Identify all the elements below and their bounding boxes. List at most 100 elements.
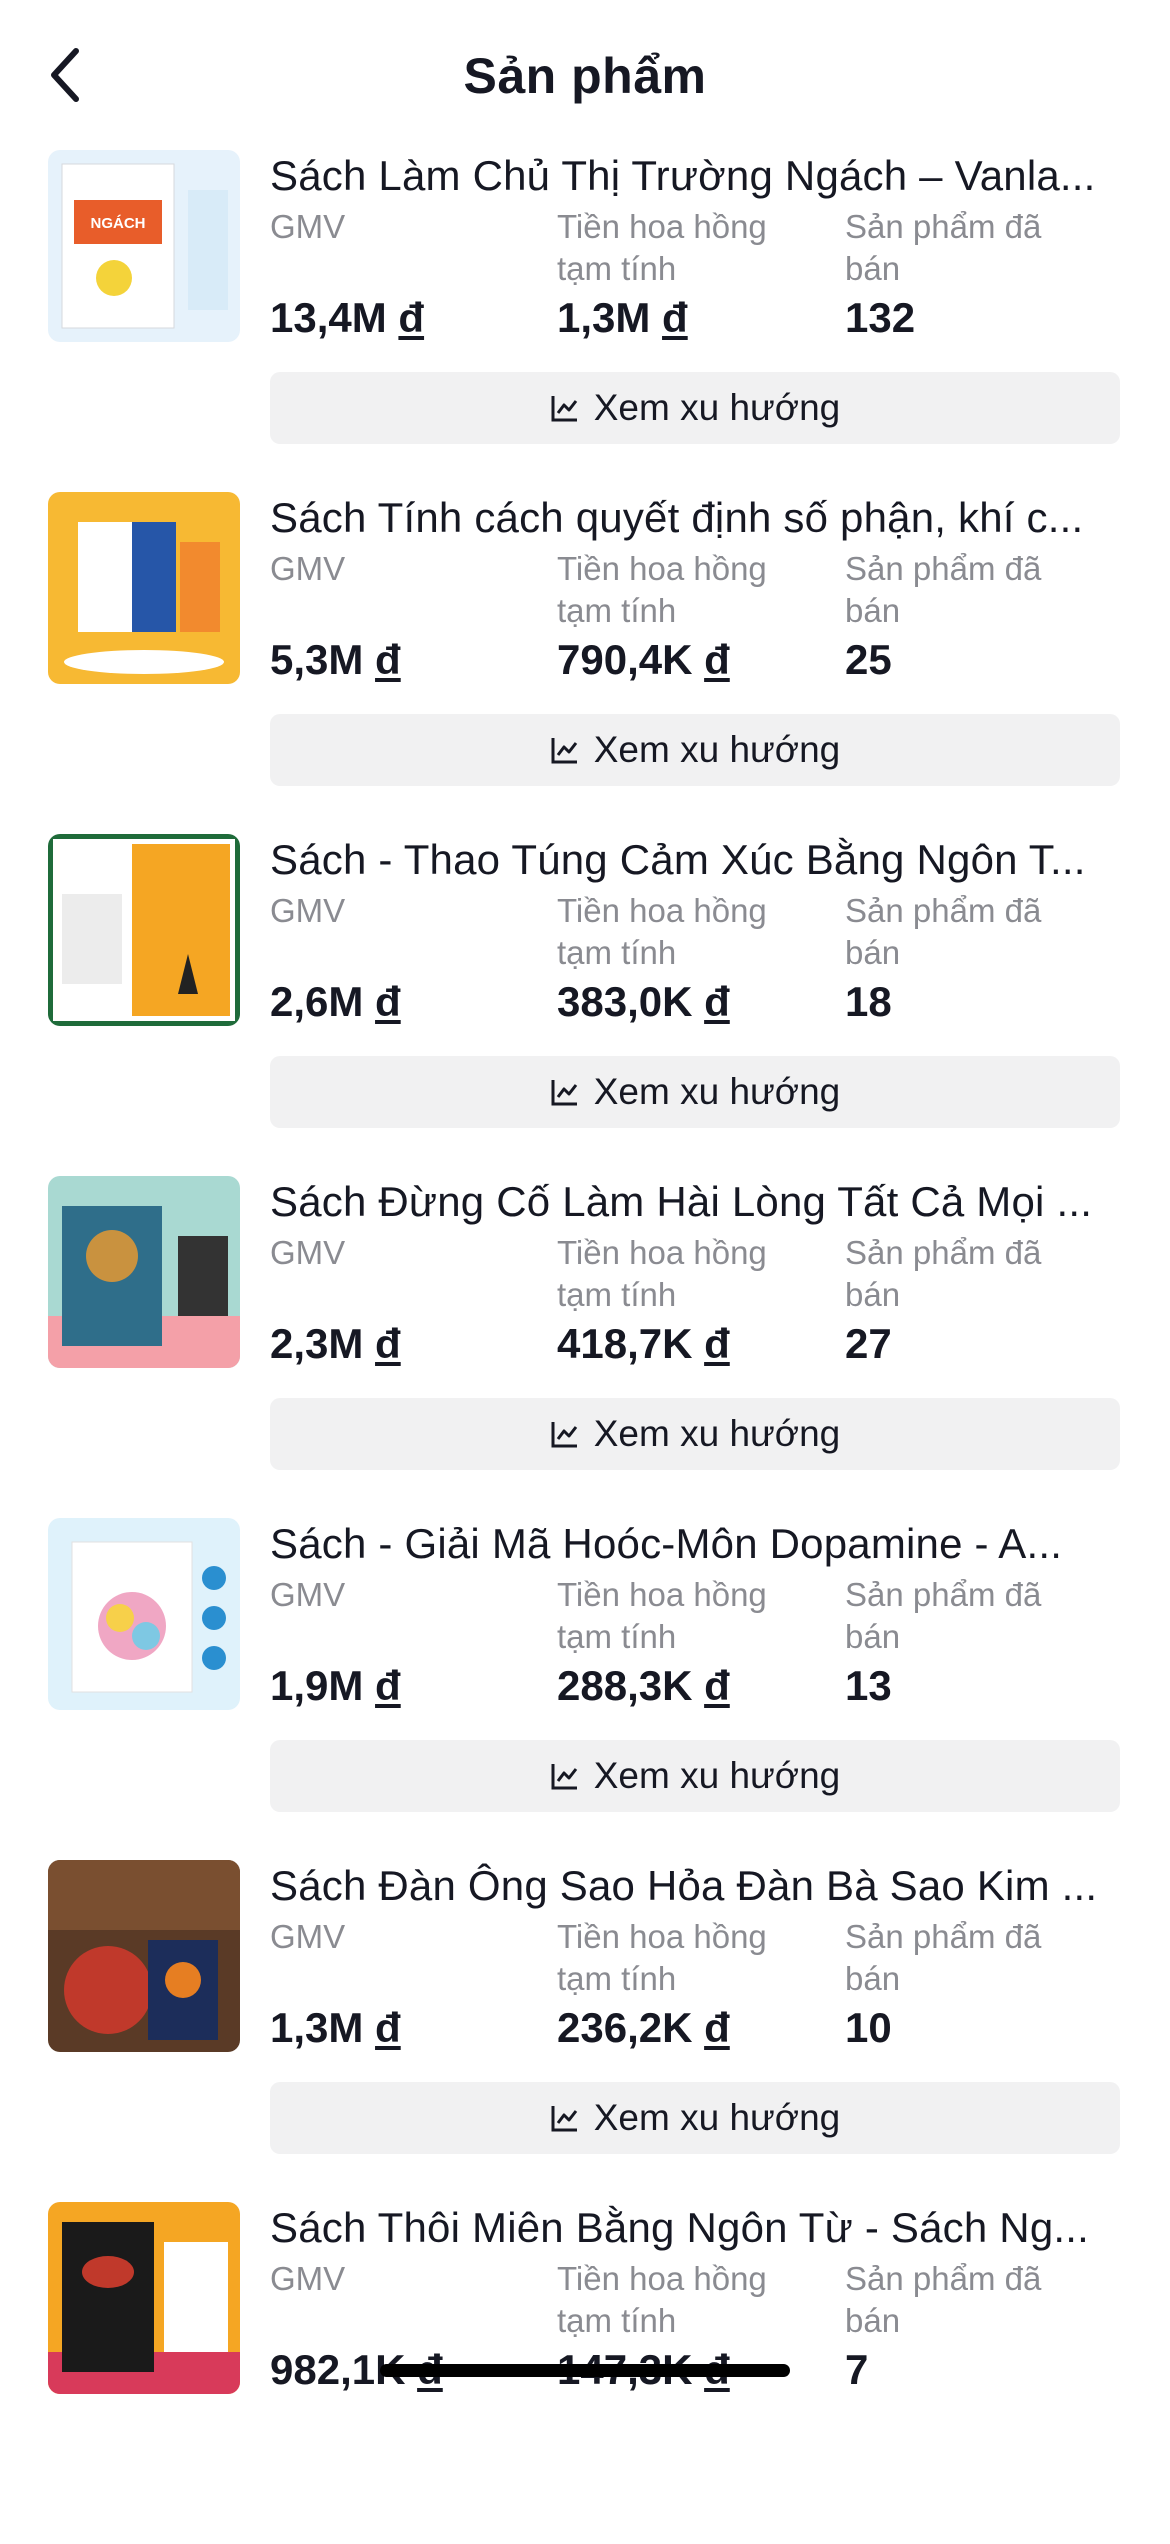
gmv-value: 2,3M đ	[270, 1320, 530, 1368]
commission-amount: 236,2K	[557, 2004, 693, 2051]
sold-label: Sản phẩm đã bán	[845, 1918, 1042, 1997]
view-trend-button[interactable]: Xem xu hướng	[270, 1056, 1120, 1128]
sold-stat: Sản phẩm đã bán 18	[845, 890, 1105, 1026]
product-title[interactable]: Sách Thôi Miên Bằng Ngôn Từ - Sách Ng...	[270, 2204, 1120, 2252]
gmv-amount: 1,9M	[270, 1662, 364, 1709]
line-chart-icon	[551, 396, 577, 422]
gmv-amount: 1,3M	[270, 2004, 364, 2051]
currency-symbol: đ	[375, 978, 401, 1025]
product-item[interactable]: NGÁCH Sách Làm Chủ Thị Trường Ngách – Va…	[0, 150, 1170, 492]
commission-value: 418,7K đ	[557, 1320, 817, 1368]
product-item[interactable]: Sách Đừng Cố Làm Hài Lòng Tất Cả Mọi ...…	[0, 1176, 1170, 1518]
commission-stat: Tiền hoa hồng tạm tính 418,7K đ	[557, 1232, 817, 1368]
view-trend-label: Xem xu hướng	[593, 1755, 841, 1796]
view-trend-button[interactable]: Xem xu hướng	[270, 1740, 1120, 1812]
sold-label: Sản phẩm đã bán	[845, 2260, 1042, 2339]
product-title[interactable]: Sách Đừng Cố Làm Hài Lòng Tất Cả Mọi ...	[270, 1178, 1120, 1226]
gmv-stat: GMV 1,9M đ	[270, 1574, 530, 1710]
product-title[interactable]: Sách Đàn Ông Sao Hỏa Đàn Bà Sao Kim ...	[270, 1862, 1120, 1910]
gmv-amount: 13,4M	[270, 294, 387, 341]
gmv-value: 1,9M đ	[270, 1662, 530, 1710]
product-thumbnail	[48, 1176, 240, 1368]
product-list: NGÁCH Sách Làm Chủ Thị Trường Ngách – Va…	[0, 150, 1170, 2544]
view-trend-button[interactable]: Xem xu hướng	[270, 2082, 1120, 2154]
commission-amount: 383,0K	[557, 978, 693, 1025]
sold-value: 25	[845, 636, 892, 683]
commission-amount: 790,4K	[557, 636, 693, 683]
product-thumbnail	[48, 834, 240, 1026]
gmv-label: GMV	[270, 2260, 346, 2297]
sold-stat: Sản phẩm đã bán 132	[845, 206, 1105, 342]
view-trend-button[interactable]: Xem xu hướng	[270, 1398, 1120, 1470]
sold-label: Sản phẩm đã bán	[845, 1234, 1042, 1313]
commission-stat: Tiền hoa hồng tạm tính 790,4K đ	[557, 548, 817, 684]
sold-value: 132	[845, 294, 916, 341]
product-thumbnail	[48, 1860, 240, 2052]
gmv-amount: 2,6M	[270, 978, 364, 1025]
commission-amount: 1,3M	[557, 294, 651, 341]
sold-value: 10	[845, 2004, 892, 2051]
commission-stat: Tiền hoa hồng tạm tính 1,3M đ	[557, 206, 817, 342]
view-trend-label: Xem xu hướng	[593, 1413, 841, 1454]
product-title[interactable]: Sách Làm Chủ Thị Trường Ngách – Vanla...	[270, 152, 1120, 200]
product-title[interactable]: Sách - Thao Túng Cảm Xúc Bằng Ngôn T...	[270, 836, 1120, 884]
gmv-amount: 5,3M	[270, 636, 364, 683]
gmv-stat: GMV 5,3M đ	[270, 548, 530, 684]
line-chart-icon	[551, 738, 577, 764]
currency-symbol: đ	[375, 636, 401, 683]
commission-stat: Tiền hoa hồng tạm tính 236,2K đ	[557, 1916, 817, 2052]
commission-label: Tiền hoa hồng tạm tính	[557, 2260, 767, 2339]
view-trend-button[interactable]: Xem xu hướng	[270, 714, 1120, 786]
sold-value: 7	[845, 2346, 869, 2393]
commission-label: Tiền hoa hồng tạm tính	[557, 1918, 767, 1997]
commission-label: Tiền hoa hồng tạm tính	[557, 550, 767, 629]
commission-value: 288,3K đ	[557, 1662, 817, 1710]
gmv-label: GMV	[270, 1576, 346, 1613]
currency-symbol: đ	[704, 978, 730, 1025]
product-item[interactable]: Sách Tính cách quyết định số phận, khí c…	[0, 492, 1170, 834]
product-title[interactable]: Sách Tính cách quyết định số phận, khí c…	[270, 494, 1120, 542]
view-trend-button[interactable]: Xem xu hướng	[270, 372, 1120, 444]
product-item[interactable]: Sách - Thao Túng Cảm Xúc Bằng Ngôn T... …	[0, 834, 1170, 1176]
sold-stat: Sản phẩm đã bán 7	[845, 2258, 1105, 2394]
commission-value: 383,0K đ	[557, 978, 817, 1026]
currency-symbol: đ	[704, 636, 730, 683]
sold-label: Sản phẩm đã bán	[845, 208, 1042, 287]
gmv-label: GMV	[270, 550, 346, 587]
sold-value: 27	[845, 1320, 892, 1367]
view-trend-label: Xem xu hướng	[593, 2097, 841, 2138]
view-trend-label: Xem xu hướng	[593, 1071, 841, 1112]
currency-symbol: đ	[375, 1662, 401, 1709]
gmv-stat: GMV 1,3M đ	[270, 1916, 530, 2052]
gmv-value: 5,3M đ	[270, 636, 530, 684]
home-indicator[interactable]	[380, 2364, 790, 2377]
commission-value: 236,2K đ	[557, 2004, 817, 2052]
gmv-label: GMV	[270, 1234, 346, 1271]
sold-label: Sản phẩm đã bán	[845, 550, 1042, 629]
commission-value: 790,4K đ	[557, 636, 817, 684]
line-chart-icon	[551, 1080, 577, 1106]
product-item[interactable]: Sách Đàn Ông Sao Hỏa Đàn Bà Sao Kim ... …	[0, 1860, 1170, 2202]
product-item[interactable]: Sách - Giải Mã Hoóc-Môn Dopamine - A... …	[0, 1518, 1170, 1860]
product-title[interactable]: Sách - Giải Mã Hoóc-Môn Dopamine - A...	[270, 1520, 1120, 1568]
gmv-value: 2,6M đ	[270, 978, 530, 1026]
sold-stat: Sản phẩm đã bán 27	[845, 1232, 1105, 1368]
sold-value: 13	[845, 1662, 892, 1709]
line-chart-icon	[551, 1764, 577, 1790]
currency-symbol: đ	[398, 294, 425, 341]
svg-text:NGÁCH: NGÁCH	[91, 215, 146, 232]
gmv-stat: GMV 13,4M đ	[270, 206, 530, 342]
currency-symbol: đ	[704, 1320, 730, 1367]
currency-symbol: đ	[375, 1320, 401, 1367]
gmv-label: GMV	[270, 892, 346, 929]
commission-value: 1,3M đ	[557, 294, 817, 342]
sold-stat: Sản phẩm đã bán 13	[845, 1574, 1105, 1710]
view-trend-label: Xem xu hướng	[593, 387, 841, 428]
gmv-amount: 2,3M	[270, 1320, 364, 1367]
gmv-value: 1,3M đ	[270, 2004, 530, 2052]
top-bar: Sản phẩm	[0, 0, 1170, 150]
product-thumbnail	[48, 492, 240, 684]
gmv-stat: GMV 2,3M đ	[270, 1232, 530, 1368]
line-chart-icon	[551, 1422, 577, 1448]
product-thumbnail: NGÁCH	[48, 150, 240, 342]
